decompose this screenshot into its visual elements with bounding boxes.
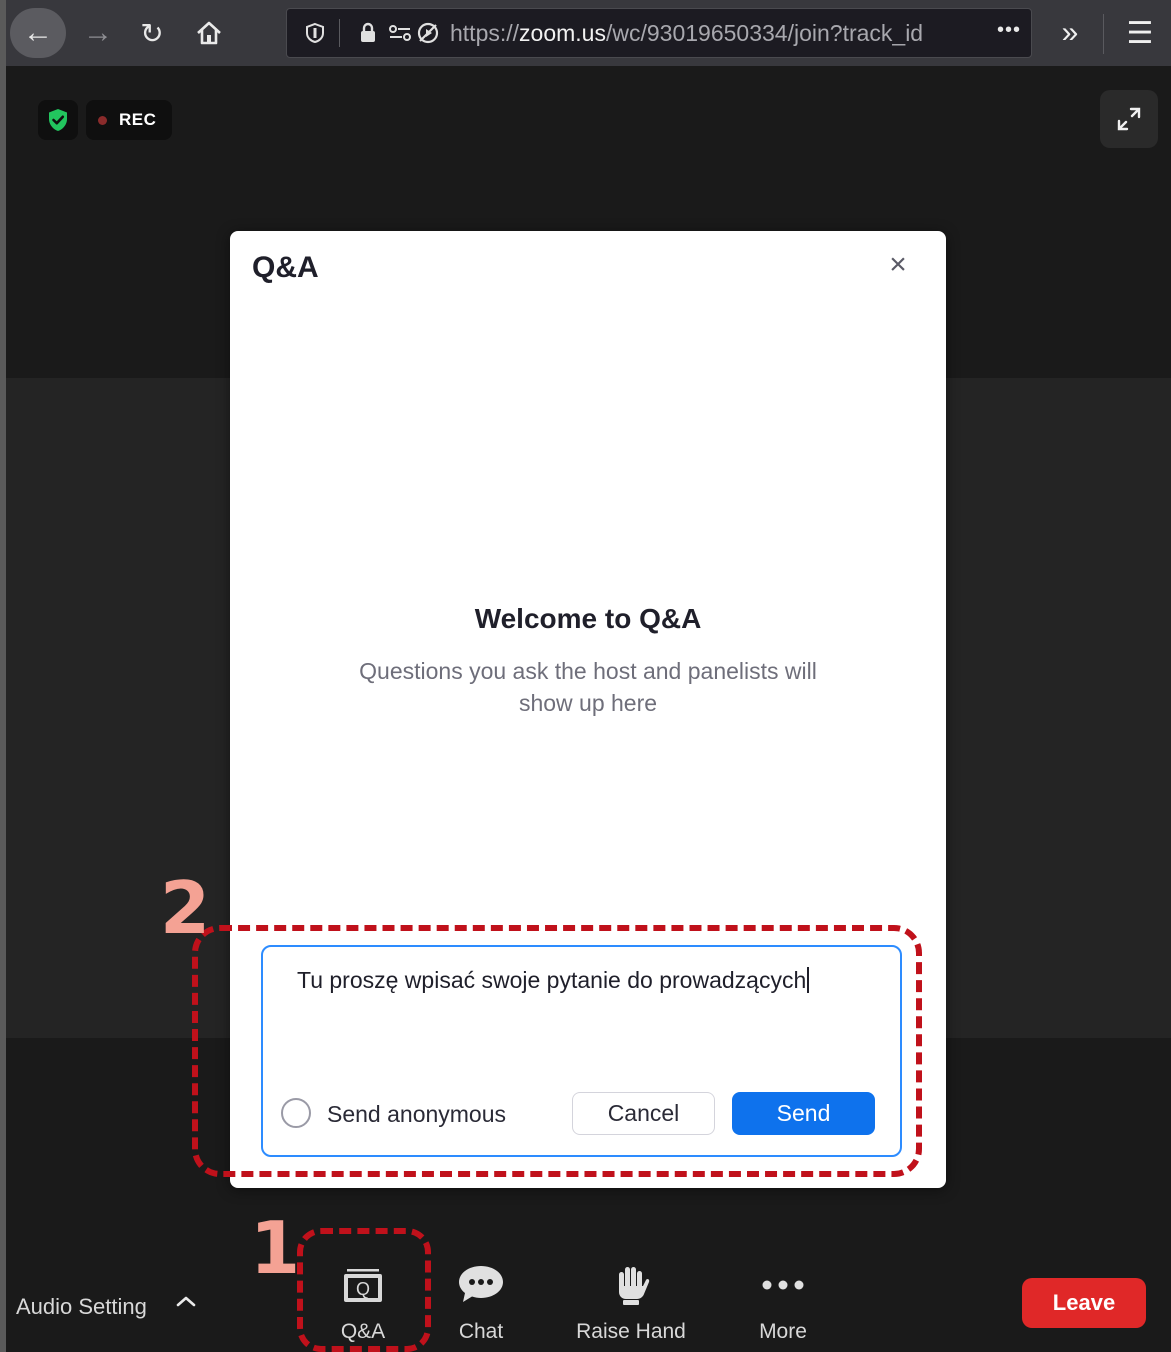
recording-badge[interactable]: REC — [86, 100, 172, 140]
annotation-box-1 — [297, 1228, 431, 1352]
permissions-icon[interactable] — [386, 23, 414, 43]
address-bar[interactable]: https://zoom.us/wc/93019650334/join?trac… — [286, 8, 1032, 58]
raise-hand-button[interactable]: Raise Hand — [566, 1262, 696, 1352]
audio-setting-label[interactable]: Audio Setting — [16, 1294, 147, 1320]
home-icon[interactable] — [184, 10, 234, 56]
toolbar-divider — [1103, 14, 1104, 54]
annotation-number-2: 2 — [160, 866, 211, 950]
recording-dot-icon — [98, 115, 107, 125]
url-text[interactable]: https://zoom.us/wc/93019650334/join?trac… — [450, 20, 923, 47]
page-actions-icon[interactable]: ••• — [997, 19, 1021, 42]
raise-hand-label: Raise Hand — [576, 1320, 686, 1343]
more-button[interactable]: More — [738, 1262, 828, 1352]
url-divider — [339, 19, 340, 47]
more-label: More — [759, 1320, 807, 1343]
encryption-shield-icon[interactable] — [38, 100, 78, 140]
autoplay-blocked-icon[interactable] — [414, 21, 442, 45]
raised-hand-icon — [609, 1262, 653, 1308]
forward-arrow-icon[interactable]: → — [76, 10, 120, 56]
hamburger-menu-icon[interactable]: ☰ — [1118, 10, 1162, 56]
welcome-subtitle: Questions you ask the host and panelists… — [359, 658, 817, 716]
lock-icon[interactable] — [354, 22, 382, 44]
toolbar-overflow-icon[interactable]: » — [1048, 10, 1092, 56]
chevron-up-icon[interactable] — [166, 1284, 206, 1318]
welcome-title: Welcome to Q&A — [474, 603, 702, 634]
fullscreen-expand-icon[interactable] — [1100, 90, 1158, 148]
close-icon[interactable]: × — [878, 245, 918, 285]
screen: ← → ↻ https://zoom.us/wc/93019650334/joi… — [0, 0, 1171, 1352]
annotation-box-2 — [192, 925, 922, 1177]
annotation-number-1: 1 — [250, 1206, 301, 1290]
browser-toolbar: ← → ↻ https://zoom.us/wc/93019650334/joi… — [0, 0, 1171, 1352]
chat-bubble-icon — [455, 1262, 507, 1308]
leave-button[interactable]: Leave — [1022, 1278, 1146, 1328]
back-arrow-icon[interactable]: ← — [10, 8, 66, 58]
chat-button[interactable]: Chat — [436, 1262, 526, 1352]
dialog-title: Q&A — [252, 251, 319, 284]
url-domain: zoom.us — [519, 19, 606, 46]
tracking-shield-icon[interactable] — [301, 22, 329, 44]
more-dots-icon — [757, 1262, 809, 1308]
reload-icon[interactable]: ↻ — [130, 10, 174, 56]
recording-label: REC — [119, 110, 157, 129]
chat-label: Chat — [458, 1320, 504, 1343]
